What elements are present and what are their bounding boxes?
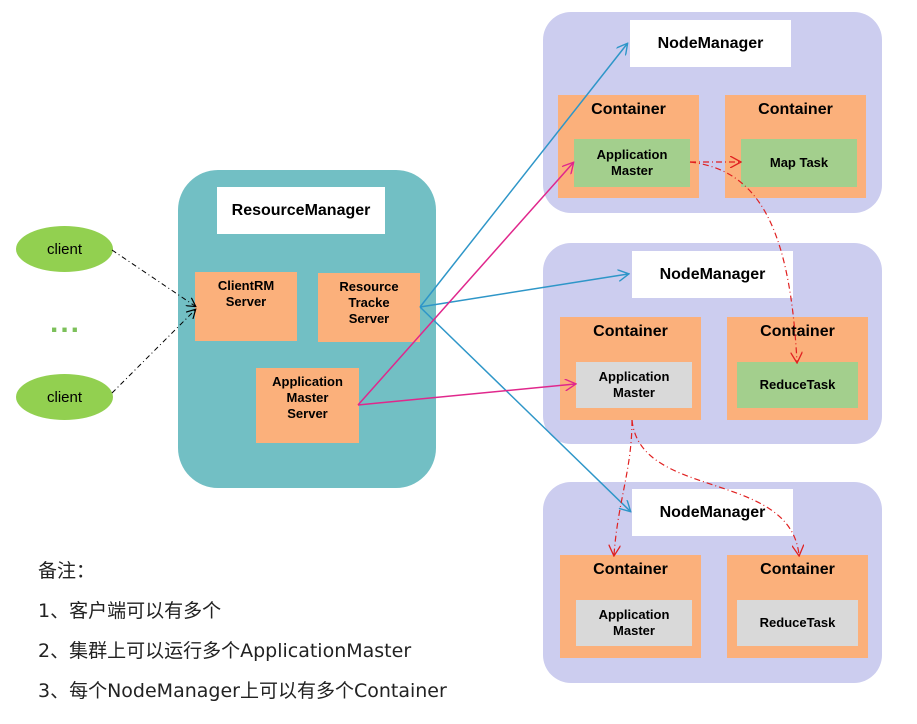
container-label: Container (593, 561, 668, 578)
application-master: Application Master (576, 362, 692, 408)
application-master: Application Master (574, 139, 690, 187)
notes-item: 2、集群上可以运行多个ApplicationMaster (38, 640, 412, 662)
container-label: Container (591, 101, 666, 118)
resource-tracker-server: Resource Tracke Server (318, 273, 420, 342)
notes-item: 1、客户端可以有多个 (38, 600, 222, 622)
client-rm-server: ClientRM Server (195, 272, 297, 341)
resource-manager-title: ResourceManager (217, 187, 385, 234)
map-task: Map Task (741, 139, 857, 187)
container-label: Container (760, 561, 835, 578)
client-node: client (16, 374, 113, 420)
client-node: client (16, 226, 113, 272)
reduce-task: ReduceTask (737, 600, 858, 646)
client-ellipsis: ... (50, 306, 82, 339)
application-master: Application Master (576, 600, 692, 646)
node-manager-title: NodeManager (632, 251, 793, 298)
notes-item: 3、每个NodeManager上可以有多个Container (38, 680, 447, 702)
container-label: Container (760, 323, 835, 340)
notes-heading: 备注： (38, 560, 96, 582)
node-manager-title: NodeManager (632, 489, 793, 536)
reduce-task: ReduceTask (737, 362, 858, 408)
node-manager-title: NodeManager (630, 20, 791, 67)
container-label: Container (758, 101, 833, 118)
container-label: Container (593, 323, 668, 340)
application-master-server: Application Master Server (256, 368, 359, 443)
